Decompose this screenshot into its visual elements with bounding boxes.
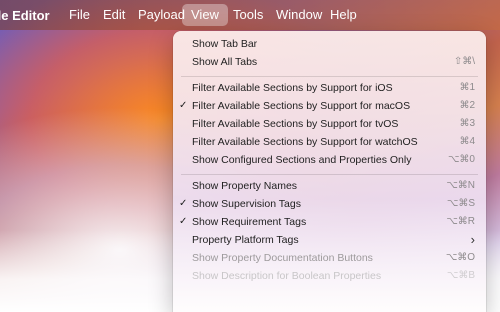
menu-item-show-configured-only[interactable]: Show Configured Sections and Properties … — [173, 151, 486, 169]
menu-item-label: Property Platform Tags — [192, 234, 299, 246]
shortcut-label: ⌥⌘R — [446, 216, 475, 227]
menu-separator — [181, 76, 478, 77]
menu-item-show-all-tabs[interactable]: Show All Tabs ⇧⌘\ — [173, 53, 486, 71]
shortcut-label: ⌘4 — [459, 136, 475, 147]
shortcut-label: ⇧⌘\ — [453, 56, 475, 67]
menu-item-label: Show All Tabs — [192, 56, 258, 68]
menu-item-filter-ios[interactable]: Filter Available Sections by Support for… — [173, 79, 486, 97]
menu-item-label: Show Description for Boolean Properties — [192, 270, 382, 282]
menu-item-filter-tvos[interactable]: Filter Available Sections by Support for… — [173, 115, 486, 133]
app-name-menu[interactable]: ile Editor — [0, 8, 50, 23]
menu-item-label: Show Configured Sections and Properties … — [192, 154, 412, 166]
menu-item-label: Show Supervision Tags — [192, 198, 301, 210]
checkmark-icon: ✓ — [179, 198, 188, 209]
shortcut-label: ⌘2 — [459, 100, 475, 111]
view-menu-dropdown: Show Tab Bar Show All Tabs ⇧⌘\ Filter Av… — [173, 31, 486, 312]
menu-item-label: Filter Available Sections by Support for… — [192, 136, 418, 148]
checkmark-icon: ✓ — [179, 216, 188, 227]
shortcut-label: ⌘3 — [459, 118, 475, 129]
menu-item-show-tab-bar[interactable]: Show Tab Bar — [173, 35, 486, 53]
menu-item-filter-watchos[interactable]: Filter Available Sections by Support for… — [173, 133, 486, 151]
shortcut-label: ⌥⌘N — [446, 180, 475, 191]
menu-help[interactable]: Help — [321, 4, 366, 26]
menu-item-label: Show Property Documentation Buttons — [192, 252, 373, 264]
shortcut-label: ⌥⌘S — [446, 198, 475, 209]
menu-item-label: Show Requirement Tags — [192, 216, 307, 228]
shortcut-label: ⌘1 — [459, 82, 475, 93]
menu-item-label: Show Tab Bar — [192, 38, 258, 50]
menu-item-show-boolean-description[interactable]: Show Description for Boolean Properties … — [173, 267, 486, 285]
menu-bar: ile Editor File Edit Payload View Tools … — [0, 0, 500, 30]
menu-item-filter-macos[interactable]: ✓ Filter Available Sections by Support f… — [173, 97, 486, 115]
menu-item-show-doc-buttons[interactable]: Show Property Documentation Buttons ⌥⌘O — [173, 249, 486, 267]
menu-tools[interactable]: Tools — [224, 4, 272, 26]
menu-view[interactable]: View — [182, 4, 228, 26]
menu-item-label: Filter Available Sections by Support for… — [192, 82, 393, 94]
submenu-chevron-icon: › — [470, 232, 475, 247]
menu-item-property-platform-tags[interactable]: Property Platform Tags › — [173, 231, 486, 249]
shortcut-label: ⌥⌘O — [445, 252, 475, 263]
shortcut-label: ⌥⌘0 — [447, 154, 475, 165]
menu-item-label: Show Property Names — [192, 180, 298, 192]
menu-item-show-property-names[interactable]: Show Property Names ⌥⌘N — [173, 177, 486, 195]
menu-item-show-supervision-tags[interactable]: ✓ Show Supervision Tags ⌥⌘S — [173, 195, 486, 213]
menu-item-label: Filter Available Sections by Support for… — [192, 118, 399, 130]
checkmark-icon: ✓ — [179, 100, 188, 111]
menu-separator — [181, 174, 478, 175]
menu-item-label: Filter Available Sections by Support for… — [192, 100, 411, 112]
shortcut-label: ⌥⌘B — [446, 270, 475, 281]
menu-item-show-requirement-tags[interactable]: ✓ Show Requirement Tags ⌥⌘R — [173, 213, 486, 231]
